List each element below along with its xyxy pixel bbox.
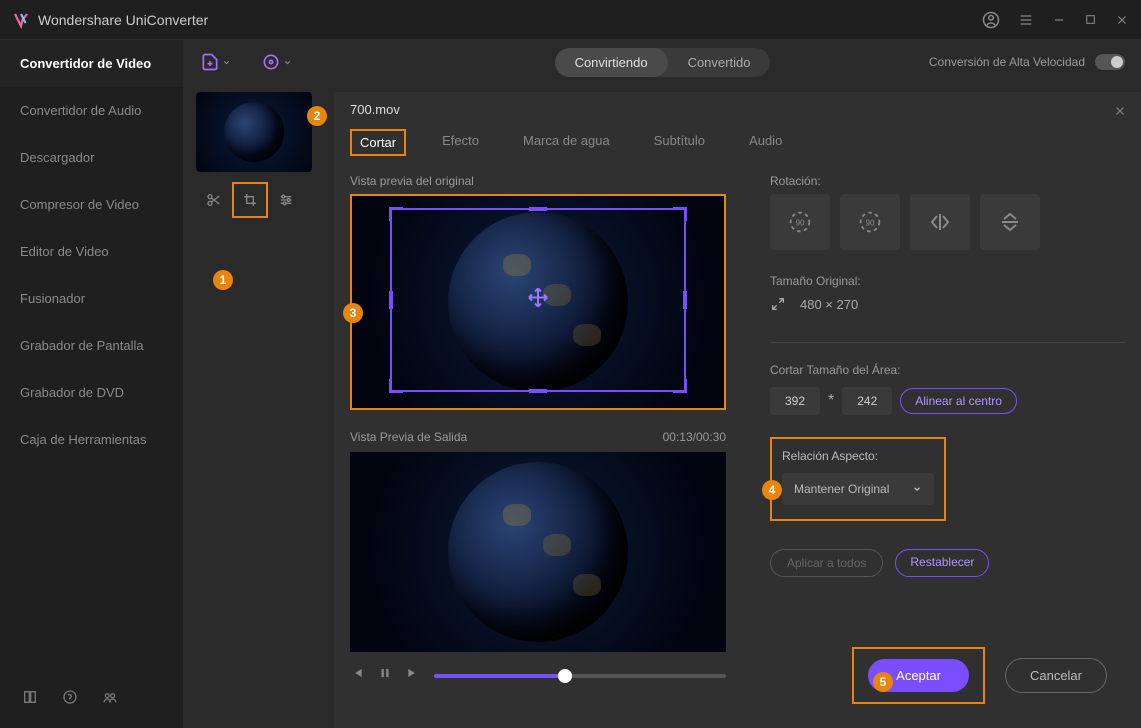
menu-icon[interactable]	[1018, 12, 1034, 28]
apply-all-button[interactable]: Aplicar a todos	[770, 549, 883, 577]
svg-text:90: 90	[865, 219, 875, 228]
tab-subtitulo[interactable]: Subtítulo	[646, 129, 713, 156]
reset-button[interactable]: Restablecer	[895, 549, 989, 577]
sidebar-item-screen-recorder[interactable]: Grabador de Pantalla	[0, 322, 183, 369]
flip-horizontal-button[interactable]	[910, 194, 970, 250]
rotate-ccw-button[interactable]: 90	[770, 194, 830, 250]
crop-tool[interactable]	[232, 182, 268, 218]
chevron-down-icon	[912, 484, 922, 494]
tab-efecto[interactable]: Efecto	[434, 129, 487, 156]
community-icon[interactable]	[102, 689, 118, 710]
settings-dropdown[interactable]	[261, 52, 292, 72]
cancel-button[interactable]: Cancelar	[1005, 658, 1107, 693]
crop-height-input[interactable]	[842, 387, 892, 415]
crop-handle-tr[interactable]	[673, 207, 687, 221]
crop-handle-bl[interactable]	[389, 379, 403, 393]
player-controls	[350, 666, 726, 685]
segment-converted[interactable]: Convertido	[668, 48, 771, 77]
app-title: Wondershare UniConverter	[38, 12, 208, 28]
tab-cortar[interactable]: Cortar	[350, 129, 406, 156]
guide-icon[interactable]	[22, 689, 38, 710]
minimize-icon[interactable]	[1052, 13, 1066, 27]
crop-area-label: Cortar Tamaño del Área:	[770, 363, 1125, 377]
file-card	[196, 92, 326, 218]
preview-output-label: Vista Previa de Salida	[350, 430, 467, 444]
crop-handle-r[interactable]	[683, 291, 687, 309]
hispeed-label: Conversión de Alta Velocidad	[929, 55, 1085, 69]
file-thumbnail[interactable]	[196, 92, 312, 172]
next-frame-button[interactable]	[406, 666, 420, 685]
crop-handle-b[interactable]	[529, 389, 547, 393]
app-logo: Wondershare UniConverter	[12, 11, 208, 29]
logo-icon	[12, 11, 30, 29]
crop-width-input[interactable]	[770, 387, 820, 415]
crop-handle-l[interactable]	[389, 291, 393, 309]
crop-frame[interactable]	[390, 208, 686, 392]
callout-3: 3	[343, 303, 363, 323]
expand-icon	[770, 296, 786, 312]
crop-handle-br[interactable]	[673, 379, 687, 393]
sidebar-item-dvd-burner[interactable]: Grabador de DVD	[0, 369, 183, 416]
accept-wrap: Aceptar	[852, 647, 985, 704]
tab-marca[interactable]: Marca de agua	[515, 129, 618, 156]
move-icon[interactable]	[526, 286, 550, 315]
sidebar-item-merger[interactable]: Fusionador	[0, 275, 183, 322]
sidebar-item-video-converter[interactable]: Convertidor de Video	[0, 40, 183, 87]
preview-original-label: Vista previa del original	[350, 174, 740, 188]
add-file-button[interactable]	[200, 52, 231, 72]
sidebar-item-compressor[interactable]: Compresor de Video	[0, 181, 183, 228]
svg-text:90: 90	[795, 219, 805, 228]
modal-filename: 700.mov	[334, 92, 1141, 123]
edit-tabs: Cortar Efecto Marca de agua Subtítulo Au…	[334, 123, 1141, 166]
rotation-label: Rotación:	[770, 174, 1125, 188]
rotate-cw-button[interactable]: 90	[840, 194, 900, 250]
callout-5: 5	[873, 672, 893, 692]
aspect-ratio-group: Relación Aspecto: Mantener Original	[770, 437, 946, 521]
hispeed-toggle[interactable]	[1095, 54, 1125, 70]
callout-1: 1	[213, 270, 233, 290]
trim-tool[interactable]	[196, 182, 232, 218]
pause-button[interactable]	[378, 666, 392, 685]
preview-original[interactable]	[350, 194, 726, 410]
account-icon[interactable]	[982, 11, 1000, 29]
callout-4: 4	[762, 480, 782, 500]
sidebar-item-downloader[interactable]: Descargador	[0, 134, 183, 181]
segment-converting[interactable]: Convirtiendo	[555, 48, 668, 77]
prev-frame-button[interactable]	[350, 666, 364, 685]
sidebar: Convertidor de Video Convertidor de Audi…	[0, 40, 184, 728]
timecode: 00:13/00:30	[663, 430, 726, 444]
aspect-ratio-select[interactable]: Mantener Original	[782, 473, 934, 505]
crop-handle-tl[interactable]	[389, 207, 403, 221]
content-topbar: Convirtiendo Convertido Conversión de Al…	[184, 40, 1141, 84]
sidebar-item-audio-converter[interactable]: Convertidor de Audio	[0, 87, 183, 134]
titlebar: Wondershare UniConverter	[0, 0, 1141, 40]
flip-vertical-button[interactable]	[980, 194, 1040, 250]
maximize-icon[interactable]	[1084, 13, 1097, 26]
callout-2: 2	[307, 106, 327, 126]
close-icon[interactable]	[1115, 13, 1129, 27]
modal-close-icon[interactable]	[1113, 104, 1127, 123]
original-size-label: Tamaño Original:	[770, 274, 1125, 288]
help-icon[interactable]	[62, 689, 78, 710]
seek-bar[interactable]	[434, 674, 726, 678]
dimension-separator: *	[828, 392, 834, 410]
crop-modal: 700.mov Cortar Efecto Marca de agua Subt…	[334, 92, 1141, 728]
crop-handle-t[interactable]	[529, 207, 547, 211]
tab-audio[interactable]: Audio	[741, 129, 790, 156]
sidebar-item-editor[interactable]: Editor de Video	[0, 228, 183, 275]
sidebar-item-toolbox[interactable]: Caja de Herramientas	[0, 416, 183, 463]
adjust-tool[interactable]	[268, 182, 304, 218]
aspect-label: Relación Aspecto:	[782, 449, 934, 463]
chevron-down-icon	[283, 58, 292, 67]
status-segment: Convirtiendo Convertido	[555, 48, 771, 77]
chevron-down-icon	[222, 58, 231, 67]
aspect-ratio-value: Mantener Original	[794, 482, 889, 496]
original-size-value: 480 × 270	[800, 297, 858, 312]
preview-output	[350, 452, 726, 652]
align-center-button[interactable]: Alinear al centro	[900, 388, 1017, 414]
